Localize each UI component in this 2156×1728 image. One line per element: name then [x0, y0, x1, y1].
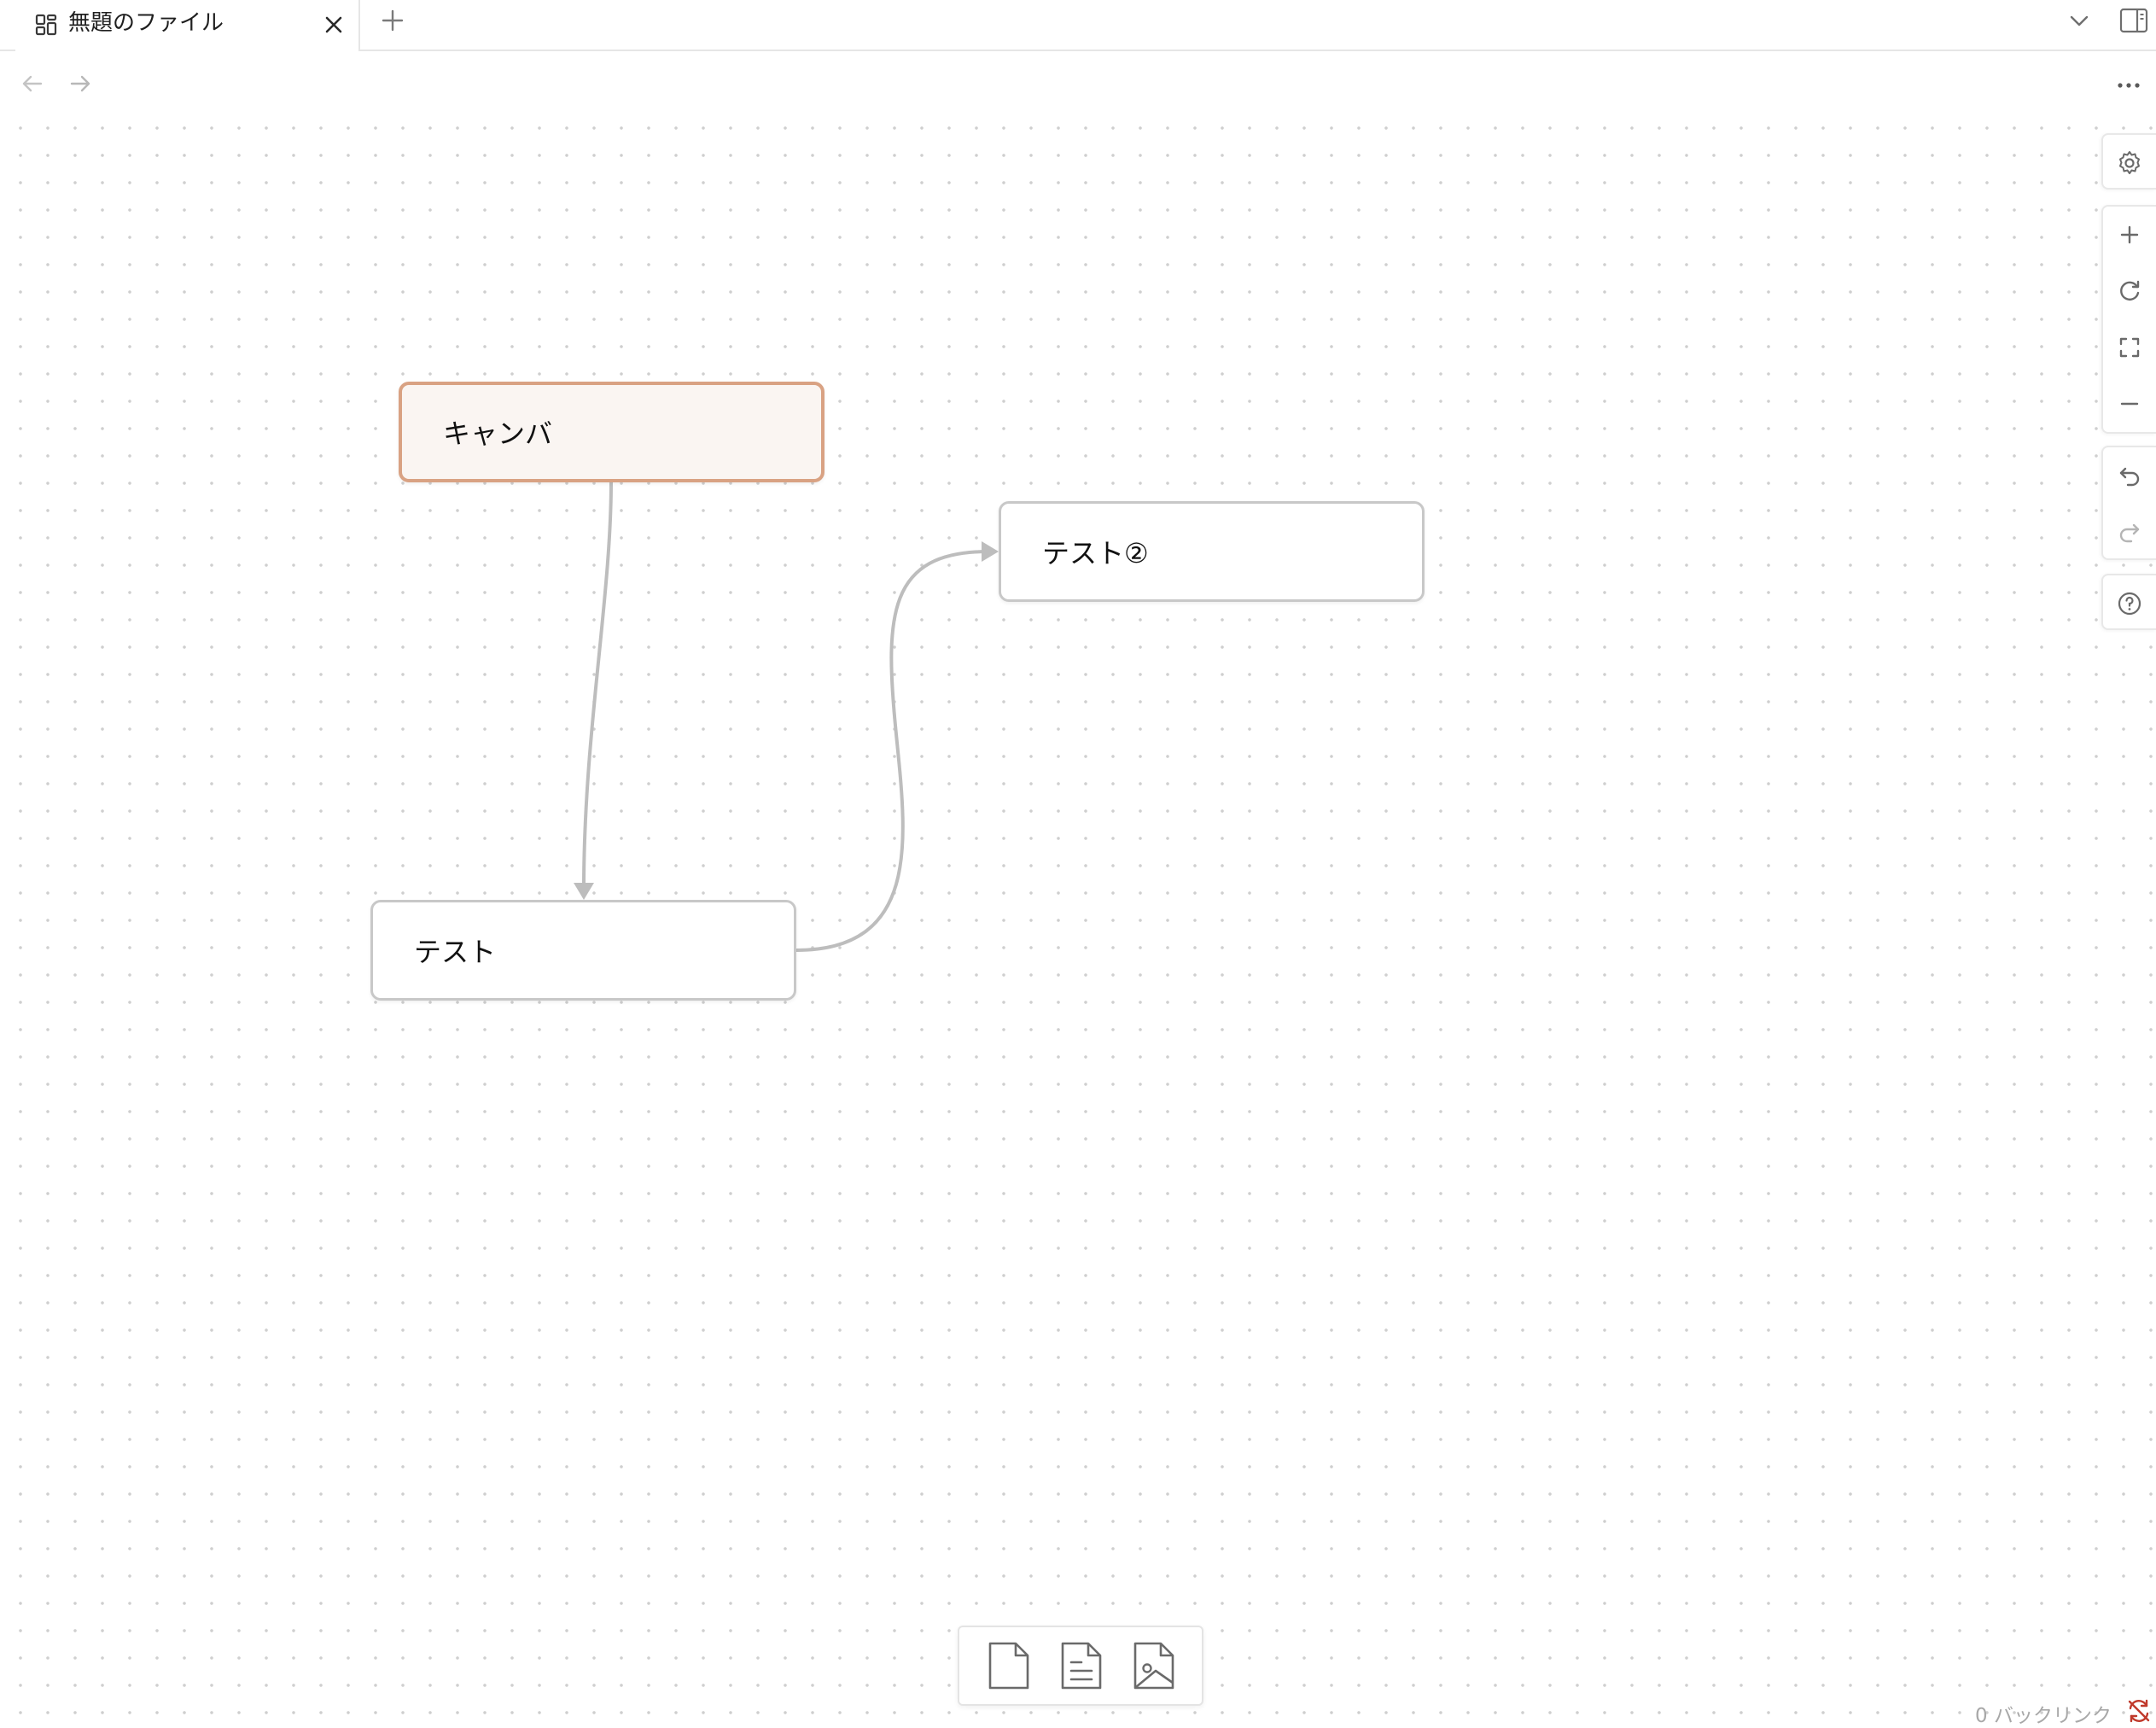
- canvas-icon: [35, 14, 57, 36]
- card-text: テスト②: [1042, 537, 1149, 569]
- canvas-card-selected[interactable]: キャンバ: [399, 382, 825, 482]
- tab-bar-divider: [0, 50, 15, 51]
- card-text: テスト: [414, 936, 497, 968]
- more-options-icon[interactable]: [2112, 70, 2146, 101]
- help-button[interactable]: [2103, 575, 2156, 632]
- canvas-settings-group: [2101, 133, 2156, 190]
- redo-icon: [2119, 523, 2140, 543]
- settings-button[interactable]: [2103, 135, 2156, 191]
- backlinks-count[interactable]: 0 バックリンク: [1975, 1699, 2112, 1728]
- tab-active[interactable]: 無題のファイル: [15, 0, 360, 51]
- reset-zoom-button[interactable]: [2103, 263, 2156, 319]
- new-tab-icon[interactable]: [376, 3, 410, 38]
- zoom-in-button[interactable]: [2103, 207, 2156, 263]
- add-media-icon: [1134, 1642, 1174, 1690]
- zoom-out-icon: [2120, 402, 2139, 406]
- zoom-out-button[interactable]: [2103, 376, 2156, 432]
- back-arrow-icon[interactable]: [17, 68, 48, 99]
- card-text: キャンバ: [443, 417, 553, 450]
- sync-error-icon[interactable]: [2125, 1697, 2153, 1725]
- canvas-add-toolbar: [958, 1626, 1203, 1706]
- add-note-button[interactable]: [1055, 1638, 1106, 1694]
- redo-button[interactable]: [2103, 504, 2156, 560]
- zoom-to-fit-button[interactable]: [2103, 319, 2156, 376]
- sidebar-toggle-icon[interactable]: [2117, 3, 2151, 38]
- undo-button[interactable]: [2103, 447, 2156, 504]
- reset-zoom-icon: [2120, 280, 2140, 301]
- chevron-down-icon[interactable]: [2064, 5, 2095, 36]
- gear-icon: [2119, 151, 2140, 174]
- zoom-to-fit-icon: [2119, 337, 2140, 358]
- canvas-card[interactable]: テスト: [370, 900, 796, 1001]
- canvas-card[interactable]: テスト②: [999, 501, 1425, 602]
- add-card-button[interactable]: [982, 1638, 1034, 1694]
- close-icon[interactable]: [319, 10, 348, 39]
- zoom-in-icon: [2120, 225, 2139, 244]
- help-group: [2101, 574, 2156, 630]
- add-note-icon: [1061, 1642, 1102, 1690]
- help-icon: [2118, 592, 2141, 616]
- history-controls-group: [2101, 446, 2156, 560]
- undo-icon: [2119, 467, 2140, 487]
- add-card-icon: [988, 1642, 1028, 1690]
- tab-bar-divider: [360, 50, 2156, 51]
- add-media-button[interactable]: [1128, 1638, 1179, 1694]
- zoom-controls-group: [2101, 205, 2156, 434]
- forward-arrow-icon[interactable]: [65, 68, 96, 99]
- canvas-area[interactable]: [0, 111, 2156, 1726]
- tab-title: 無題のファイル: [68, 10, 224, 36]
- tab-bar: 無題のファイル: [0, 0, 2156, 51]
